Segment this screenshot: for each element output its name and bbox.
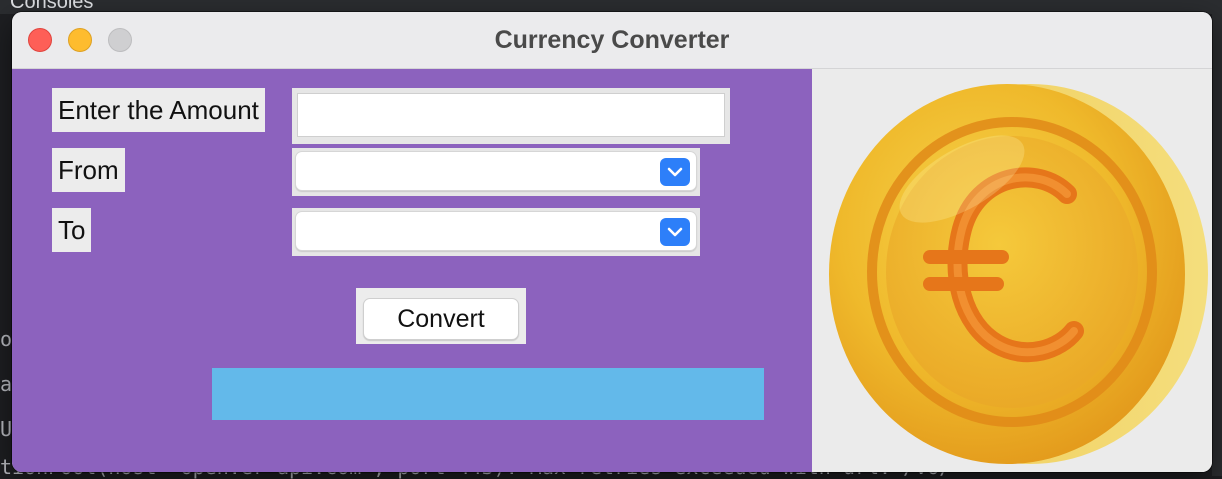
amount-field-frame [292, 88, 730, 144]
from-label: From [52, 148, 125, 192]
amount-label: Enter the Amount [52, 88, 265, 132]
euro-coin-icon [829, 84, 1208, 464]
to-currency-select[interactable] [295, 211, 697, 251]
to-label: To [52, 208, 92, 252]
from-select-frame [292, 148, 700, 196]
title-bar: Currency Converter [12, 12, 1212, 69]
from-currency-select[interactable] [295, 151, 697, 191]
chevron-down-icon[interactable] [660, 218, 690, 246]
convert-button-frame: Convert [356, 288, 526, 344]
converter-form-panel: Enter the Amount From To Convert [12, 69, 812, 472]
chevron-down-icon[interactable] [660, 158, 690, 186]
convert-button[interactable]: Convert [363, 298, 519, 340]
result-display [212, 368, 764, 420]
window-content: Enter the Amount From To Convert [12, 69, 1212, 472]
to-select-frame [292, 208, 700, 256]
ide-right-strip [1212, 0, 1222, 476]
window-title: Currency Converter [494, 26, 730, 54]
app-window: Currency Converter Enter the Amount From… [12, 12, 1212, 472]
amount-input[interactable] [297, 93, 725, 137]
coin-image-pane [812, 69, 1212, 472]
